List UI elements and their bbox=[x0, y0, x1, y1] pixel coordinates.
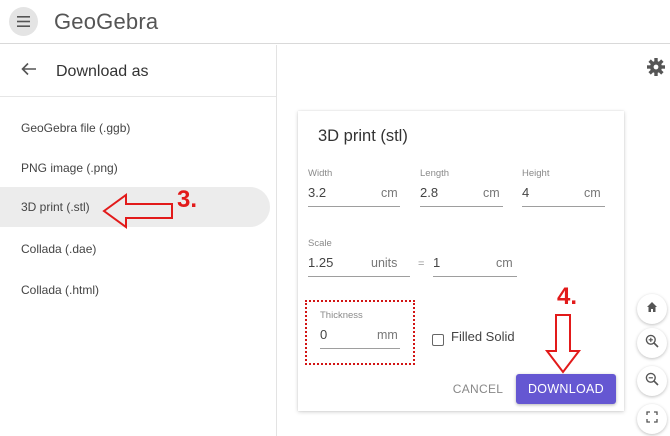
back-button[interactable] bbox=[17, 59, 41, 83]
fullscreen-icon bbox=[646, 410, 658, 428]
annotation-arrow-left bbox=[102, 193, 173, 229]
sidebar-item-label: Collada (.html) bbox=[21, 283, 100, 297]
cancel-button[interactable]: CANCEL bbox=[450, 375, 506, 403]
sidebar-item-label: 3D print (.stl) bbox=[21, 200, 90, 214]
home-button[interactable] bbox=[637, 294, 667, 324]
settings-button[interactable] bbox=[646, 57, 666, 77]
length-unit: cm bbox=[483, 186, 500, 200]
height-underline bbox=[522, 206, 605, 207]
width-unit: cm bbox=[381, 186, 398, 200]
scale-value: 1.25 bbox=[308, 255, 334, 270]
sidebar-header: Download as bbox=[0, 45, 276, 97]
annotation-step-3: 3. bbox=[177, 186, 198, 213]
scale-units-unit: units bbox=[371, 256, 398, 270]
thickness-highlight-box bbox=[305, 300, 415, 365]
height-unit: cm bbox=[584, 186, 601, 200]
scale-cm-underline bbox=[433, 276, 517, 277]
gear-icon bbox=[646, 58, 666, 81]
width-value: 3.2 bbox=[308, 185, 327, 200]
app-bar: GeoGebra bbox=[0, 0, 670, 44]
scale-cm-value: 1 bbox=[433, 255, 441, 270]
menu-icon bbox=[17, 16, 30, 27]
zoom-out-icon bbox=[645, 372, 659, 391]
annotation-step-4: 4. bbox=[557, 283, 578, 310]
width-field[interactable]: Width 3.2 cm bbox=[308, 168, 400, 208]
length-value: 2.8 bbox=[420, 185, 439, 200]
width-underline bbox=[308, 206, 400, 207]
app-logo: GeoGebra bbox=[54, 9, 159, 34]
zoom-in-icon bbox=[645, 334, 659, 353]
sidebar-item-ggb[interactable]: GeoGebra file (.ggb) bbox=[0, 108, 270, 148]
scale-cm-unit: cm bbox=[496, 256, 513, 270]
home-icon bbox=[646, 300, 658, 318]
dialog-title: 3D print (stl) bbox=[318, 127, 408, 145]
width-label: Width bbox=[308, 168, 333, 179]
download-button[interactable]: DOWNLOAD bbox=[516, 374, 616, 404]
fullscreen-button[interactable] bbox=[637, 404, 667, 434]
filled-solid-checkbox[interactable] bbox=[432, 334, 444, 346]
menu-button[interactable] bbox=[9, 7, 38, 36]
height-field[interactable]: Height 4 cm bbox=[522, 168, 612, 208]
sidebar-item-png[interactable]: PNG image (.png) bbox=[0, 148, 270, 188]
sidebar-item-dae[interactable]: Collada (.dae) bbox=[0, 229, 270, 269]
sidebar-item-html[interactable]: Collada (.html) bbox=[0, 270, 270, 310]
sidebar-item-label: Collada (.dae) bbox=[21, 242, 97, 256]
length-underline bbox=[420, 206, 503, 207]
zoom-out-button[interactable] bbox=[637, 366, 667, 396]
arrow-left-icon bbox=[21, 62, 37, 81]
scale-units-underline bbox=[308, 276, 410, 277]
scale-equals-sign: = bbox=[418, 258, 425, 270]
length-field[interactable]: Length 2.8 cm bbox=[420, 168, 510, 208]
sidebar-item-label: GeoGebra file (.ggb) bbox=[21, 121, 131, 135]
height-label: Height bbox=[522, 168, 550, 179]
sidebar-item-label: PNG image (.png) bbox=[21, 161, 118, 175]
sidebar-title: Download as bbox=[56, 63, 149, 80]
zoom-in-button[interactable] bbox=[637, 328, 667, 358]
scale-units-field[interactable]: Scale 1.25 units bbox=[308, 238, 410, 278]
filled-solid-label[interactable]: Filled Solid bbox=[451, 329, 515, 344]
download-sidebar: Download as GeoGebra file (.ggb) PNG ima… bbox=[0, 45, 277, 436]
scale-label: Scale bbox=[308, 238, 332, 249]
scale-cm-field[interactable]: 1 cm bbox=[433, 238, 517, 278]
length-label: Length bbox=[420, 168, 450, 179]
height-value: 4 bbox=[522, 185, 530, 200]
annotation-arrow-down bbox=[544, 314, 582, 374]
